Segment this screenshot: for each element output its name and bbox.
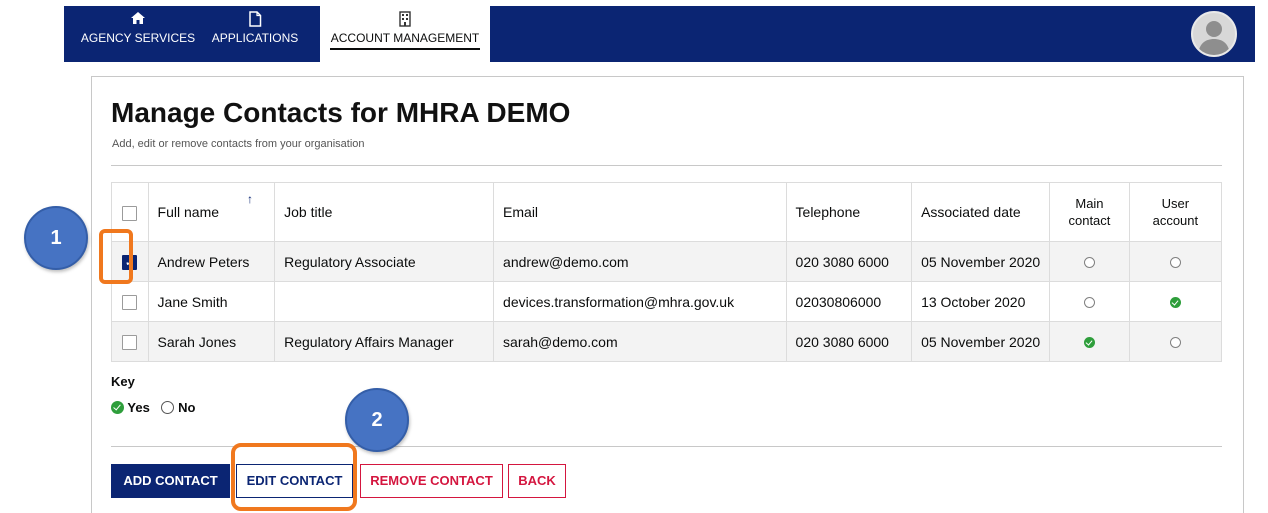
nav-agency-services-label: AGENCY SERVICES <box>80 31 196 45</box>
row-select-cell <box>111 281 149 322</box>
table-header-row: Full name ↑ Job title Email Telephone Ass… <box>111 182 1223 242</box>
nav-account-management[interactable]: ACCOUNT MANAGEMENT <box>320 6 490 62</box>
key-legend: Yes No <box>111 400 195 415</box>
col-header-email[interactable]: Email <box>493 182 787 242</box>
table-row[interactable]: ✓ Andrew Peters Regulatory Associate andrew… <box>111 241 1223 282</box>
highlight-edit-annotation <box>231 443 357 511</box>
full-name-cell: Sarah Jones <box>147 321 276 362</box>
full-name-cell: Andrew Peters <box>147 241 276 282</box>
page-subtitle: Add, edit or remove contacts from your o… <box>112 138 365 150</box>
no-circle-icon <box>1083 297 1095 309</box>
add-contact-button[interactable]: ADD CONTACT <box>111 464 230 498</box>
main-contact-cell <box>1049 281 1130 322</box>
email-cell: sarah@demo.com <box>493 321 787 362</box>
nav-account-management-label: ACCOUNT MANAGEMENT <box>329 30 481 50</box>
key-yes-label: Yes <box>127 400 150 415</box>
telephone-cell: 02030806000 <box>785 281 913 322</box>
page-title: Manage Contacts for MHRA DEMO <box>111 97 571 128</box>
sort-ascending-icon: ↑ <box>247 192 254 206</box>
col-header-telephone[interactable]: Telephone <box>785 182 913 242</box>
document-icon <box>205 6 305 30</box>
col-header-user-account[interactable]: User account <box>1128 182 1223 242</box>
email-cell: andrew@demo.com <box>493 241 787 282</box>
remove-contact-button[interactable]: REMOVE CONTACT <box>360 464 503 498</box>
yes-check-icon <box>111 401 124 414</box>
full-name-cell: Jane Smith <box>147 281 276 322</box>
email-cell: devices.transformation@mhra.gov.uk <box>493 281 787 322</box>
job-title-cell: Regulatory Affairs Manager <box>274 321 495 362</box>
key-no-label: No <box>178 400 196 415</box>
row-checkbox[interactable] <box>122 294 138 310</box>
yes-check-icon <box>1169 297 1181 309</box>
home-icon <box>79 6 197 30</box>
col-header-full-name[interactable]: Full name ↑ <box>147 182 276 242</box>
divider <box>111 165 1222 166</box>
table-row[interactable]: Sarah Jones Regulatory Affairs Manager sar… <box>111 321 1223 362</box>
row-select-cell <box>111 321 149 362</box>
step-1-badge: 1 <box>24 206 88 270</box>
col-header-job-title[interactable]: Job title <box>274 182 495 242</box>
user-avatar-icon[interactable] <box>1191 11 1237 57</box>
no-circle-icon <box>1169 257 1181 269</box>
select-all-checkbox[interactable] <box>122 205 138 221</box>
user-account-cell <box>1128 281 1223 322</box>
associated-date-cell: 05 November 2020 <box>911 241 1051 282</box>
no-circle-icon <box>1169 337 1181 349</box>
full-name-header-label: Full name <box>157 204 220 220</box>
associated-date-cell: 13 October 2020 <box>911 281 1051 322</box>
associated-date-cell: 05 November 2020 <box>911 321 1051 362</box>
nav-applications[interactable]: APPLICATIONS <box>205 6 305 62</box>
yes-check-icon <box>1083 337 1095 349</box>
col-header-associated-date[interactable]: Associated date <box>911 182 1051 242</box>
back-button[interactable]: BACK <box>508 464 566 498</box>
step-2-badge: 2 <box>345 388 409 452</box>
highlight-checkbox-annotation <box>99 229 133 284</box>
no-circle-icon <box>1083 257 1095 269</box>
no-circle-icon <box>161 401 175 414</box>
main-contact-cell <box>1049 321 1130 362</box>
col-header-main-contact[interactable]: Main contact <box>1049 182 1130 242</box>
telephone-cell: 020 3080 6000 <box>785 241 913 282</box>
building-icon <box>320 6 490 30</box>
contacts-table: Full name ↑ Job title Email Telephone Ass… <box>111 182 1223 362</box>
user-account-cell <box>1128 321 1223 362</box>
nav-agency-services[interactable]: AGENCY SERVICES <box>79 6 197 62</box>
table-row[interactable]: Jane Smith devices.transformation@mhra.go… <box>111 281 1223 322</box>
main-contact-header-label: Main contact <box>1068 196 1111 228</box>
user-account-cell <box>1128 241 1223 282</box>
nav-applications-label: APPLICATIONS <box>211 31 299 45</box>
main-contact-cell <box>1049 241 1130 282</box>
telephone-cell: 020 3080 6000 <box>785 321 913 362</box>
top-nav-bar: AGENCY SERVICES APPLICATIONS ACCOUNT MAN… <box>64 6 1255 62</box>
key-label: Key <box>111 374 135 389</box>
job-title-cell <box>274 281 495 322</box>
row-checkbox[interactable] <box>122 334 138 350</box>
job-title-cell: Regulatory Associate <box>274 241 495 282</box>
user-account-header-label: User account <box>1152 196 1199 228</box>
